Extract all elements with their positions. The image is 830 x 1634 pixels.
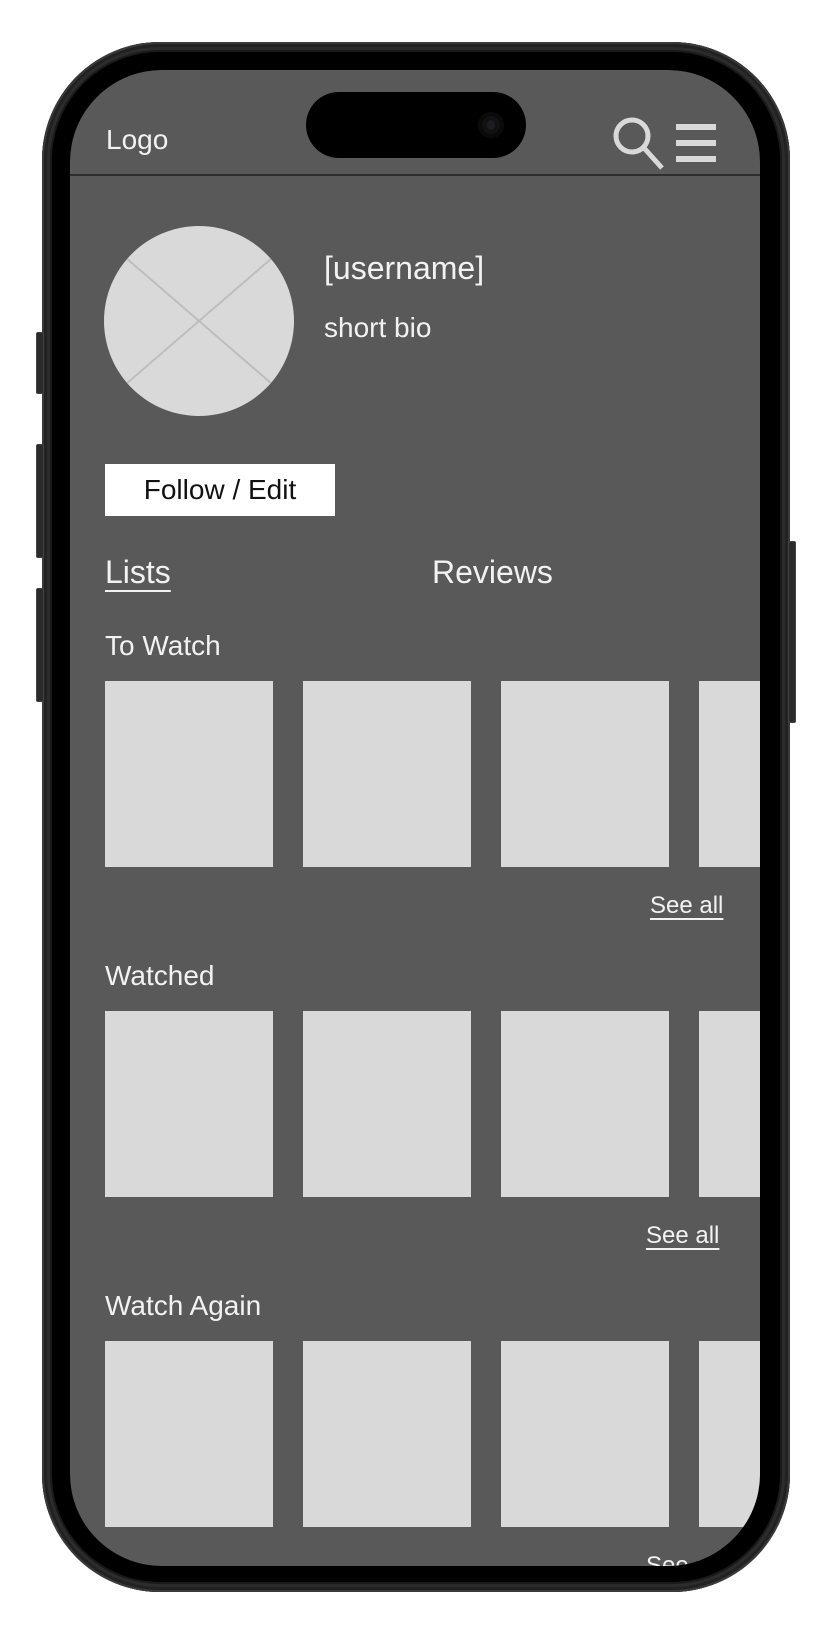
- camera-icon: [478, 112, 504, 138]
- screen: Logo [username] short bio Follow / Edit …: [70, 70, 760, 1566]
- see-all-watched-link[interactable]: See all: [646, 1222, 719, 1250]
- follow-edit-button[interactable]: Follow / Edit: [105, 464, 335, 516]
- dynamic-island: [306, 92, 526, 158]
- movie-card[interactable]: [501, 1011, 669, 1197]
- avatar[interactable]: [104, 226, 294, 416]
- movie-card[interactable]: [699, 681, 760, 867]
- movie-card[interactable]: [105, 1341, 273, 1527]
- section-title-watched: Watched: [105, 960, 215, 991]
- hamburger-menu-icon[interactable]: [676, 124, 718, 164]
- movie-card[interactable]: [303, 681, 471, 867]
- volume-down-button: [36, 588, 44, 702]
- volume-up-button: [36, 444, 44, 558]
- action-button: [36, 332, 44, 394]
- movie-card[interactable]: [105, 681, 273, 867]
- movie-card[interactable]: [501, 681, 669, 867]
- movie-card[interactable]: [303, 1341, 471, 1527]
- section-title-to-watch: To Watch: [105, 630, 221, 661]
- movie-card[interactable]: [699, 1011, 760, 1197]
- movie-card[interactable]: [303, 1011, 471, 1197]
- movie-card[interactable]: [699, 1341, 760, 1527]
- power-button: [788, 541, 796, 723]
- username: [username]: [324, 250, 485, 286]
- image-placeholder-icon: [104, 226, 294, 416]
- tab-reviews[interactable]: Reviews: [432, 554, 553, 591]
- movie-card[interactable]: [105, 1011, 273, 1197]
- short-bio: short bio: [324, 312, 432, 343]
- section-title-watch-again: Watch Again: [105, 1290, 262, 1321]
- logo[interactable]: Logo: [106, 124, 168, 156]
- search-icon[interactable]: [610, 114, 666, 170]
- see-all-to-watch-link[interactable]: See all: [650, 892, 723, 920]
- movie-card[interactable]: [501, 1341, 669, 1527]
- tab-lists[interactable]: Lists: [105, 554, 171, 591]
- see-all-watch-again-link[interactable]: See all: [646, 1552, 719, 1566]
